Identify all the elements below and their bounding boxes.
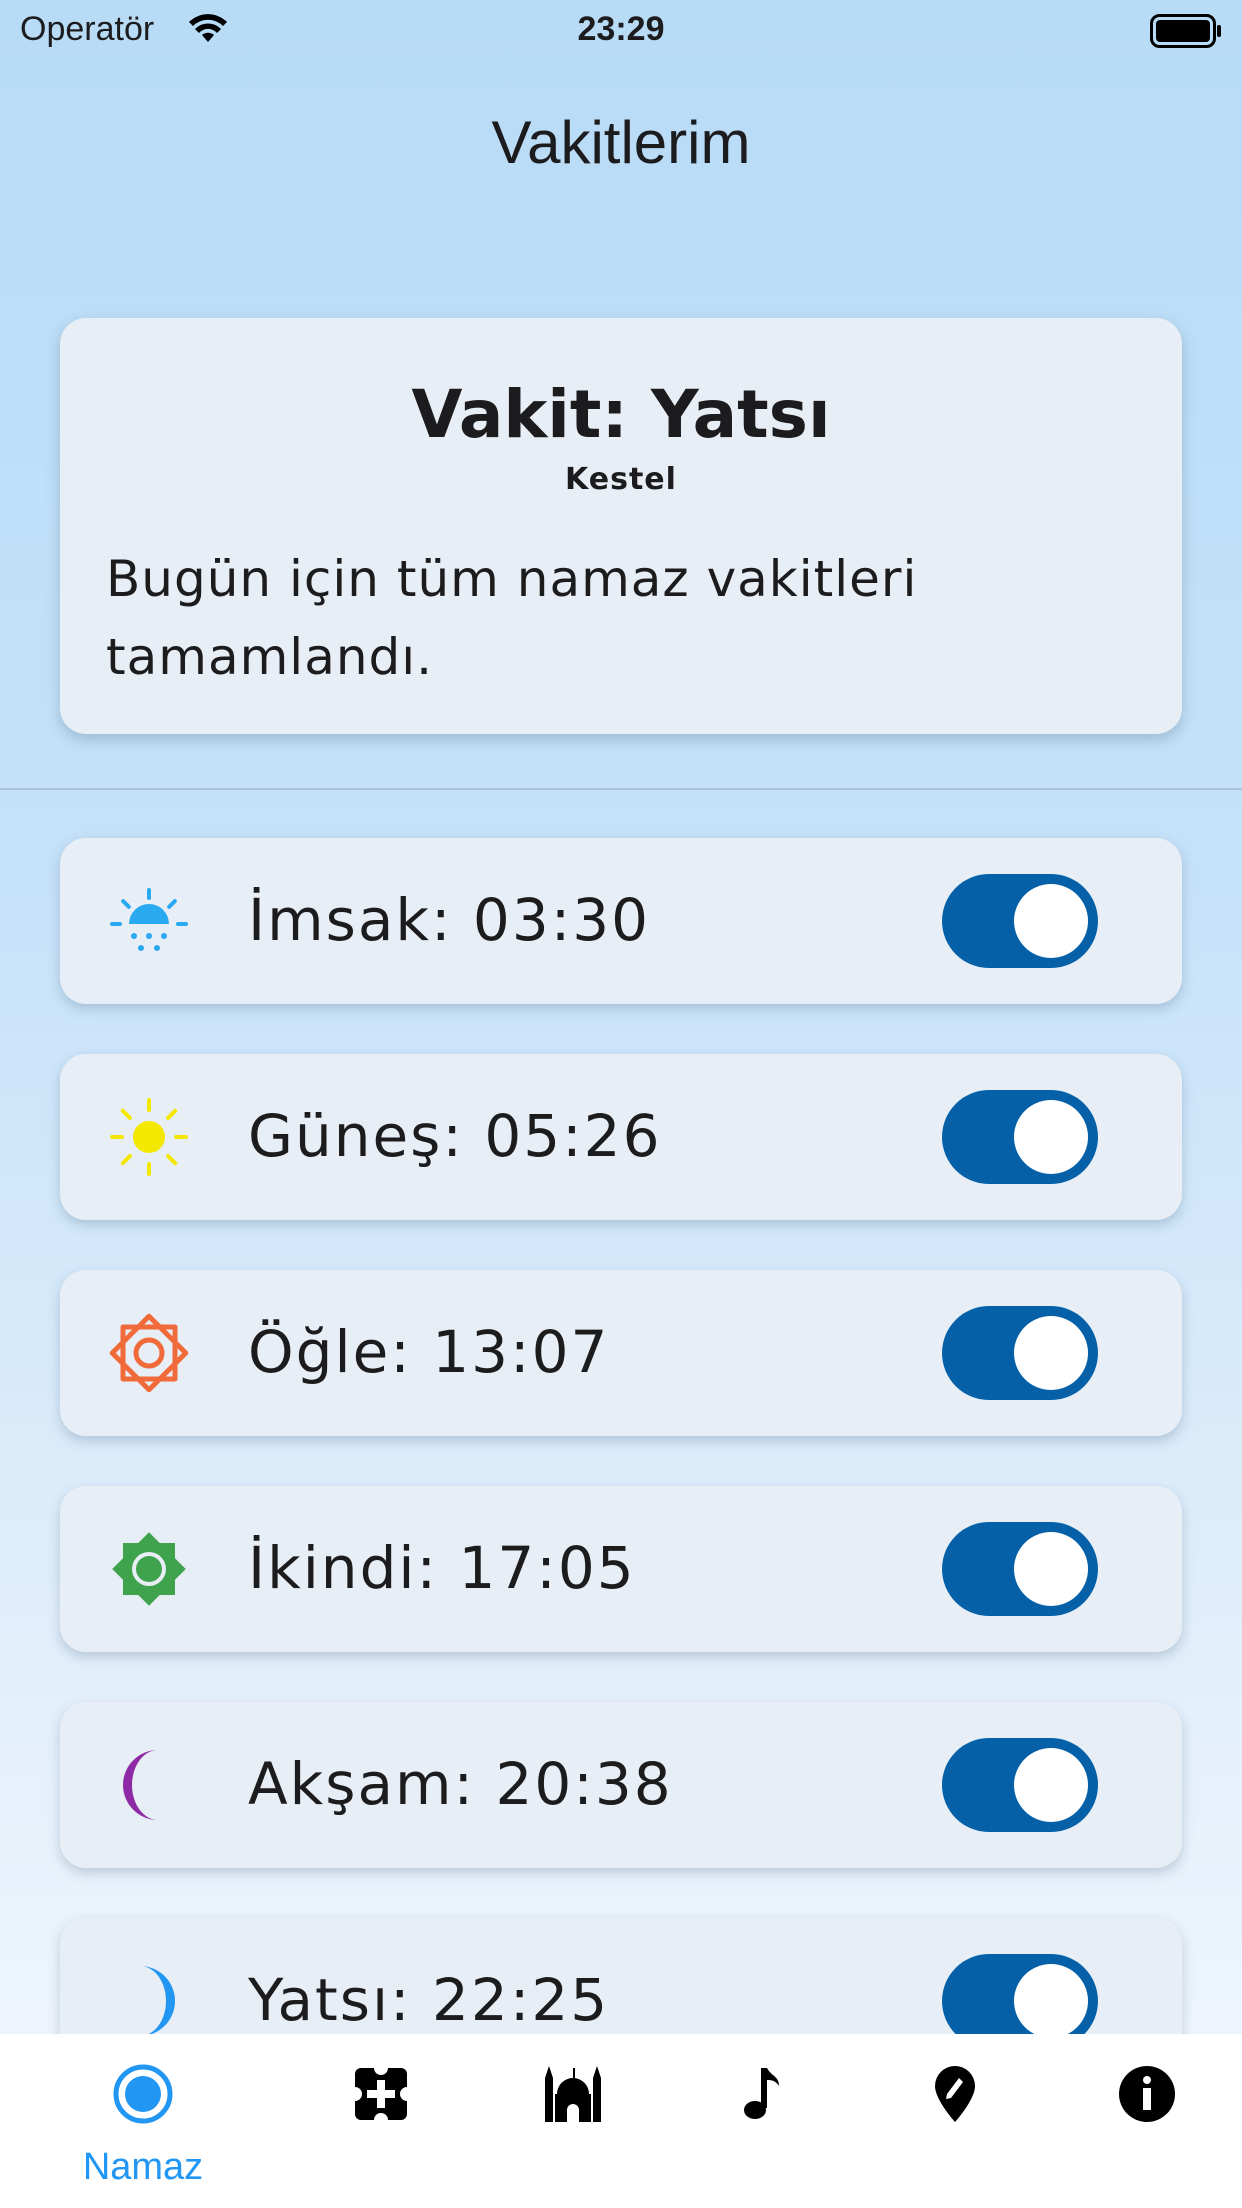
tab-namaz[interactable]: Namaz (48, 2034, 238, 2208)
bottom-tab-bar: Namaz (0, 2034, 1242, 2208)
battery-icon (1150, 14, 1221, 48)
prayer-label: İmsak: 03:30 (248, 886, 651, 954)
prayer-label: Yatsı: 22:25 (248, 1966, 610, 2034)
divider (0, 788, 1242, 790)
tab-info[interactable] (1052, 2034, 1242, 2208)
ikindi-notification-toggle[interactable] (942, 1522, 1098, 1616)
prayer-label: Akşam: 20:38 (248, 1750, 673, 1818)
tab-music[interactable] (666, 2034, 856, 2208)
counter-icon (351, 2064, 411, 2124)
tab-location[interactable] (860, 2034, 1050, 2208)
prayer-row-imsak: İmsak: 03:30 (60, 838, 1182, 1004)
current-prayer-card: Vakit: Yatsı Kestel Bugün için tüm namaz… (60, 318, 1182, 734)
sunrise-dots-icon (110, 888, 188, 951)
crescent-moon-icon (140, 1966, 175, 2036)
toggle-knob (1014, 1964, 1088, 2038)
prayer-row-ogle: Öğle: 13:07 (60, 1270, 1182, 1436)
prayer-label: İkindi: 17:05 (248, 1534, 636, 1602)
tab-counter[interactable] (286, 2034, 476, 2208)
ogle-notification-toggle[interactable] (942, 1306, 1098, 1400)
star-sun-icon (112, 1532, 186, 1606)
prayer-time-icon (113, 2064, 173, 2124)
toggle-knob (1014, 884, 1088, 958)
info-icon (1119, 2066, 1175, 2122)
prayer-row-ikindi: İkindi: 17:05 (60, 1486, 1182, 1652)
tab-mosques[interactable] (478, 2034, 668, 2208)
tab-label: Namaz (82, 2146, 204, 2188)
current-prayer-title: Vakit: Yatsı (411, 376, 831, 453)
toggle-knob (1014, 1748, 1088, 1822)
toggle-knob (1014, 1316, 1088, 1390)
sun-icon (110, 1098, 188, 1176)
status-message: Bugün için tüm namaz vakitleri tamamland… (106, 550, 918, 686)
location-pin-icon (935, 2066, 975, 2122)
toggle-knob (1014, 1532, 1088, 1606)
prayer-label: Öğle: 13:07 (248, 1318, 610, 1386)
imsak-notification-toggle[interactable] (942, 874, 1098, 968)
toggle-knob (1014, 1100, 1088, 1174)
page-title: Vakitlerim (491, 109, 751, 176)
status-time: 23:29 (577, 10, 665, 48)
octagram-sun-icon (109, 1313, 189, 1393)
music-note-icon (744, 2068, 779, 2119)
gunes-notification-toggle[interactable] (942, 1090, 1098, 1184)
crescent-moon-icon (123, 1750, 158, 1820)
aksam-notification-toggle[interactable] (942, 1738, 1098, 1832)
location-label: Kestel (565, 462, 677, 497)
prayer-label: Güneş: 05:26 (248, 1102, 662, 1170)
mosque-icon (545, 2066, 601, 2122)
status-bar: Operatör 23:29 (0, 0, 1242, 62)
prayer-row-gunes: Güneş: 05:26 (60, 1054, 1182, 1220)
prayer-row-aksam: Akşam: 20:38 (60, 1702, 1182, 1868)
